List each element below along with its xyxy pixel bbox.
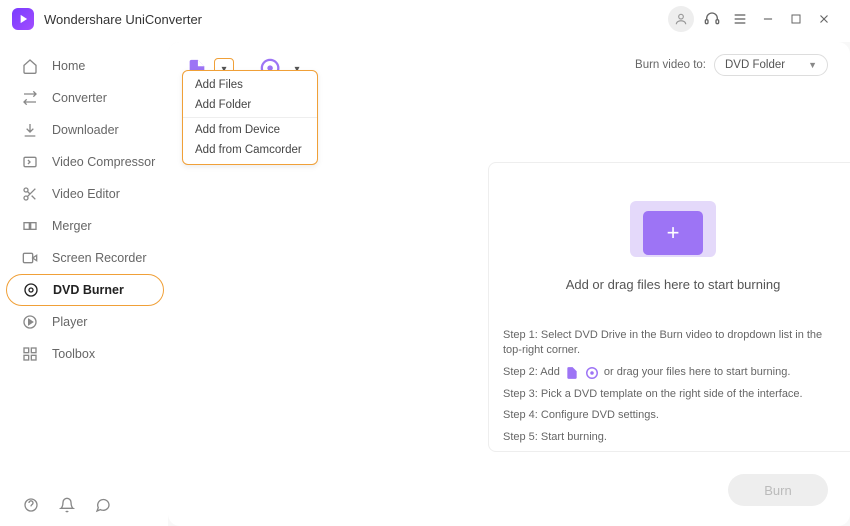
sidebar-item-downloader[interactable]: Downloader xyxy=(0,114,168,146)
step-3: Step 3: Pick a DVD template on the right… xyxy=(503,387,843,402)
merge-icon xyxy=(22,218,38,234)
sidebar-item-recorder[interactable]: Screen Recorder xyxy=(0,242,168,274)
drop-text: Add or drag files here to start burning xyxy=(566,277,781,292)
sidebar-item-home[interactable]: Home xyxy=(0,50,168,82)
compress-icon xyxy=(22,154,38,170)
sidebar-item-label: Video Editor xyxy=(52,187,120,201)
close-button[interactable] xyxy=(810,5,838,33)
titlebar: Wondershare UniConverter xyxy=(0,0,850,38)
user-icon[interactable] xyxy=(668,6,694,32)
help-icon[interactable] xyxy=(22,496,40,514)
sidebar-item-label: Player xyxy=(52,315,87,329)
chevron-down-icon: ▼ xyxy=(808,60,817,70)
steps-list: Step 1: Select DVD Drive in the Burn vid… xyxy=(489,322,850,451)
scissors-icon xyxy=(22,186,38,202)
dropdown-add-from-camcorder[interactable]: Add from Camcorder xyxy=(183,140,317,160)
sidebar-item-merger[interactable]: Merger xyxy=(0,210,168,242)
chat-icon[interactable] xyxy=(94,496,112,514)
step-4: Step 4: Configure DVD settings. xyxy=(503,408,843,423)
burn-button[interactable]: Burn xyxy=(728,474,828,506)
sidebar-item-toolbox[interactable]: Toolbox xyxy=(0,338,168,370)
bell-icon[interactable] xyxy=(58,496,76,514)
dropdown-separator xyxy=(183,117,317,118)
converter-icon xyxy=(22,90,38,106)
sidebar-item-label: Merger xyxy=(52,219,92,233)
menu-icon[interactable] xyxy=(726,5,754,33)
sidebar-item-compressor[interactable]: Video Compressor xyxy=(0,146,168,178)
record-icon xyxy=(22,250,38,266)
support-icon[interactable] xyxy=(698,5,726,33)
grid-icon xyxy=(22,346,38,362)
add-file-mini-icon xyxy=(564,365,580,381)
burn-to-value: DVD Folder xyxy=(725,59,785,71)
app-logo xyxy=(12,8,34,30)
home-icon xyxy=(22,58,38,74)
folder-plus-illustration: + xyxy=(623,193,723,259)
sidebar: Home Converter Downloader Video Compress… xyxy=(0,38,168,526)
add-disc-mini-icon xyxy=(584,365,600,381)
play-icon xyxy=(22,314,38,330)
sidebar-item-label: Downloader xyxy=(52,123,119,137)
minimize-button[interactable] xyxy=(754,5,782,33)
disc-icon xyxy=(23,282,39,298)
sidebar-item-label: Home xyxy=(52,59,85,73)
add-dropdown-menu: Add Files Add Folder Add from Device Add… xyxy=(182,70,318,165)
burn-to-group: Burn video to: DVD Folder ▼ xyxy=(635,54,828,76)
sidebar-item-converter[interactable]: Converter xyxy=(0,82,168,114)
download-icon xyxy=(22,122,38,138)
dropdown-add-folder[interactable]: Add Folder xyxy=(183,95,317,115)
step-1: Step 1: Select DVD Drive in the Burn vid… xyxy=(503,328,843,359)
dropdown-add-files[interactable]: Add Files xyxy=(183,75,317,95)
sidebar-item-label: Toolbox xyxy=(52,347,95,361)
sidebar-item-dvdburner[interactable]: DVD Burner xyxy=(6,274,164,306)
step-2: Step 2: Add or drag your files here to s… xyxy=(503,365,843,381)
burn-to-label: Burn video to: xyxy=(635,59,706,71)
sidebar-item-label: Converter xyxy=(52,91,107,105)
sidebar-bottom xyxy=(0,496,112,514)
app-title: Wondershare UniConverter xyxy=(44,12,202,27)
drop-area[interactable]: + Add or drag files here to start burnin… xyxy=(488,162,850,452)
sidebar-item-editor[interactable]: Video Editor xyxy=(0,178,168,210)
sidebar-item-label: DVD Burner xyxy=(53,283,124,297)
sidebar-item-player[interactable]: Player xyxy=(0,306,168,338)
dropdown-add-from-device[interactable]: Add from Device xyxy=(183,120,317,140)
burn-to-select[interactable]: DVD Folder ▼ xyxy=(714,54,828,76)
maximize-button[interactable] xyxy=(782,5,810,33)
sidebar-item-label: Screen Recorder xyxy=(52,251,147,265)
step-5: Step 5: Start burning. xyxy=(503,430,843,445)
sidebar-item-label: Video Compressor xyxy=(52,155,155,169)
